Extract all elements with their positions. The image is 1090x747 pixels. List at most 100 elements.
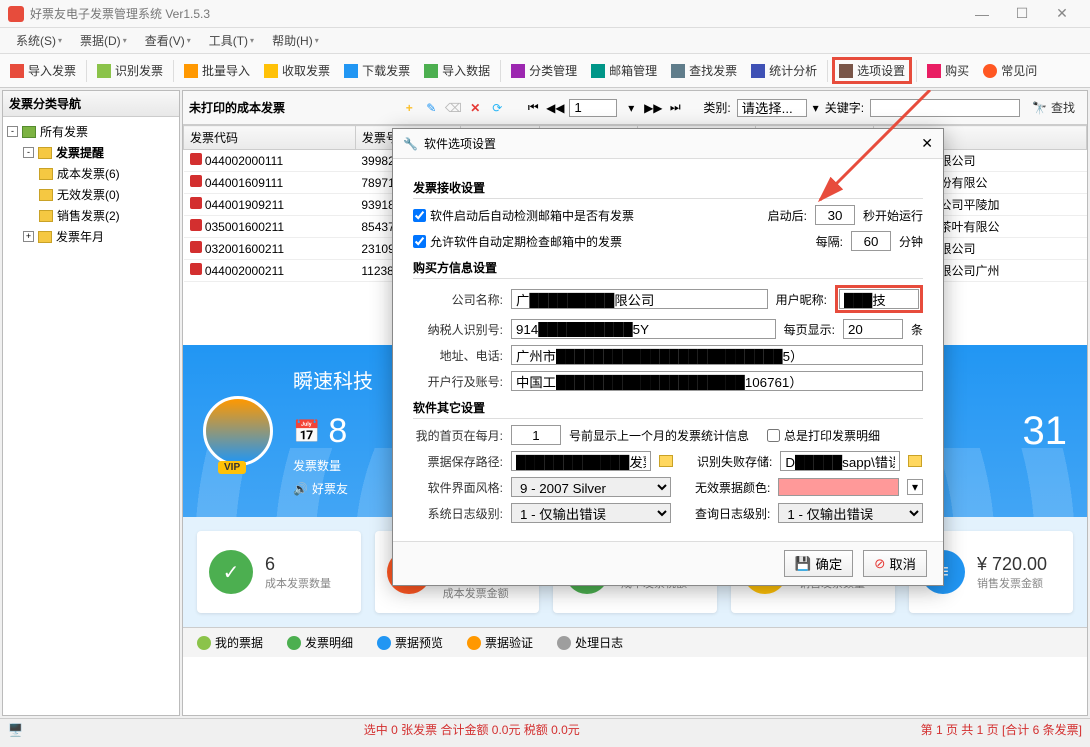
pdf-icon	[190, 175, 202, 187]
maximize-button[interactable]: ☐	[1002, 5, 1042, 22]
save-icon: 💾	[795, 556, 812, 572]
collapse-icon[interactable]: -	[23, 147, 34, 158]
preview-icon	[377, 636, 391, 650]
tax-id-input[interactable]	[511, 319, 776, 339]
pdf-icon	[190, 153, 202, 165]
receive-invoice-button[interactable]: 收取发票	[258, 58, 336, 83]
mailbox-manage-button[interactable]: 邮箱管理	[585, 58, 663, 83]
syslog-select[interactable]: 1 - 仅输出错误	[511, 503, 671, 523]
avatar	[203, 396, 273, 466]
category-select[interactable]	[737, 99, 807, 117]
dialog-title: 软件选项设置	[424, 135, 496, 152]
periodic-check-checkbox[interactable]: 允许软件自动定期检查邮箱中的发票	[413, 233, 622, 250]
browse-folder-icon[interactable]	[659, 455, 673, 467]
folder-open-icon	[38, 147, 52, 159]
pdf-icon	[190, 197, 202, 209]
nickname-input[interactable]	[839, 289, 919, 309]
tree-cost[interactable]: 成本发票(6)	[7, 163, 175, 184]
category-label: 类别:	[703, 99, 730, 116]
keyword-input[interactable]	[870, 99, 1020, 117]
tree-all-invoices[interactable]: -所有发票	[7, 121, 175, 142]
options-button[interactable]: 选项设置	[832, 57, 912, 84]
import-data-button[interactable]: 导入数据	[418, 58, 496, 83]
refresh-icon[interactable]: ⟳	[489, 100, 505, 116]
keyword-label: 关键字:	[825, 99, 864, 116]
pagesize-input[interactable]	[843, 319, 903, 339]
download-invoice-button[interactable]: 下载发票	[338, 58, 416, 83]
add-icon[interactable]: +	[401, 100, 417, 116]
buy-button[interactable]: 购买	[921, 58, 975, 83]
section-receive: 发票接收设置	[413, 179, 923, 199]
search-invoice-button[interactable]: 查找发票	[665, 58, 743, 83]
menubar: 系统(S)▾ 票据(D)▾ 查看(V)▾ 工具(T)▾ 帮助(H)▾	[0, 28, 1090, 54]
vip-badge: VIP	[218, 461, 246, 474]
page-dropdown-icon[interactable]: ▾	[623, 100, 639, 116]
next-page-icon[interactable]: ▶▶	[645, 100, 661, 116]
hammer-icon: 🔧	[403, 137, 418, 151]
print-detail-checkbox[interactable]: 总是打印发票明细	[767, 427, 880, 444]
tab-preview[interactable]: 票据预览	[371, 632, 449, 653]
content-title: 未打印的成本发票	[189, 99, 285, 116]
section-other: 软件其它设置	[413, 399, 923, 419]
menu-system[interactable]: 系统(S)▾	[8, 29, 70, 52]
stats-button[interactable]: 统计分析	[745, 58, 823, 83]
tab-log[interactable]: 处理日志	[551, 632, 629, 653]
interval-input[interactable]	[851, 231, 891, 251]
cancel-button[interactable]: ⊘取消	[863, 550, 927, 577]
tree-year[interactable]: +发票年月	[7, 226, 175, 247]
tree-remind[interactable]: -发票提醒	[7, 142, 175, 163]
tree-invalid[interactable]: 无效发票(0)	[7, 184, 175, 205]
page-input[interactable]	[569, 99, 617, 117]
category-manage-button[interactable]: 分类管理	[505, 58, 583, 83]
list-icon	[287, 636, 301, 650]
tree-sales[interactable]: 销售发票(2)	[7, 205, 175, 226]
faq-button[interactable]: 常见问	[977, 58, 1043, 83]
search-button[interactable]: 🔭查找	[1026, 95, 1081, 120]
pdf-icon	[190, 241, 202, 253]
chevron-down-icon[interactable]: ▾	[813, 101, 819, 115]
bank-input[interactable]	[511, 371, 923, 391]
menu-view[interactable]: 查看(V)▾	[137, 29, 199, 52]
first-page-icon[interactable]: ⏮	[525, 100, 541, 116]
prev-page-icon[interactable]: ◀◀	[547, 100, 563, 116]
chevron-down-icon[interactable]: ▾	[907, 479, 923, 495]
expand-icon[interactable]: +	[23, 231, 34, 242]
erase-icon[interactable]: ⌫	[445, 100, 461, 116]
invalid-color-swatch[interactable]	[778, 478, 899, 496]
card-label: 成本发票金额	[443, 585, 527, 601]
fail-path-input[interactable]	[780, 451, 900, 471]
homepage-day-input[interactable]	[511, 425, 561, 445]
close-button[interactable]: ✕	[1042, 5, 1082, 22]
recognize-invoice-button[interactable]: 识别发票	[91, 58, 169, 83]
company-name-input[interactable]	[511, 289, 768, 309]
edit-icon[interactable]: ✎	[423, 100, 439, 116]
save-path-input[interactable]	[511, 451, 651, 471]
ok-button[interactable]: 💾确定	[784, 550, 853, 577]
address-input[interactable]	[511, 345, 923, 365]
app-icon	[8, 6, 24, 22]
querylog-select[interactable]: 1 - 仅输出错误	[778, 503, 923, 523]
menu-data[interactable]: 票据(D)▾	[72, 29, 135, 52]
section-buyer: 购买方信息设置	[413, 259, 923, 279]
dialog-close-button[interactable]: ✕	[921, 135, 933, 152]
minimize-button[interactable]: —	[962, 6, 1002, 22]
menu-tools[interactable]: 工具(T)▾	[201, 29, 262, 52]
person-icon	[197, 636, 211, 650]
tab-invoice-detail[interactable]: 发票明细	[281, 632, 359, 653]
delete-icon[interactable]: ✕	[467, 100, 483, 116]
collapse-icon[interactable]: -	[7, 126, 18, 137]
menu-help[interactable]: 帮助(H)▾	[264, 29, 327, 52]
browse-folder-icon[interactable]	[908, 455, 922, 467]
calendar-icon: 📅	[293, 419, 320, 445]
tab-verify[interactable]: 票据验证	[461, 632, 539, 653]
col-code[interactable]: 发票代码	[184, 126, 356, 150]
import-invoice-button[interactable]: 导入发票	[4, 58, 82, 83]
auto-detect-checkbox[interactable]: 软件启动后自动检测邮箱中是否有发票	[413, 207, 634, 224]
dash-big-left: 8	[328, 412, 347, 451]
startup-delay-input[interactable]	[815, 205, 855, 225]
batch-import-button[interactable]: 批量导入	[178, 58, 256, 83]
last-page-icon[interactable]: ⏭	[667, 100, 683, 116]
theme-select[interactable]: 9 - 2007 Silver	[511, 477, 671, 497]
card-value: 6	[265, 554, 331, 575]
tab-my-tickets[interactable]: 我的票据	[191, 632, 269, 653]
